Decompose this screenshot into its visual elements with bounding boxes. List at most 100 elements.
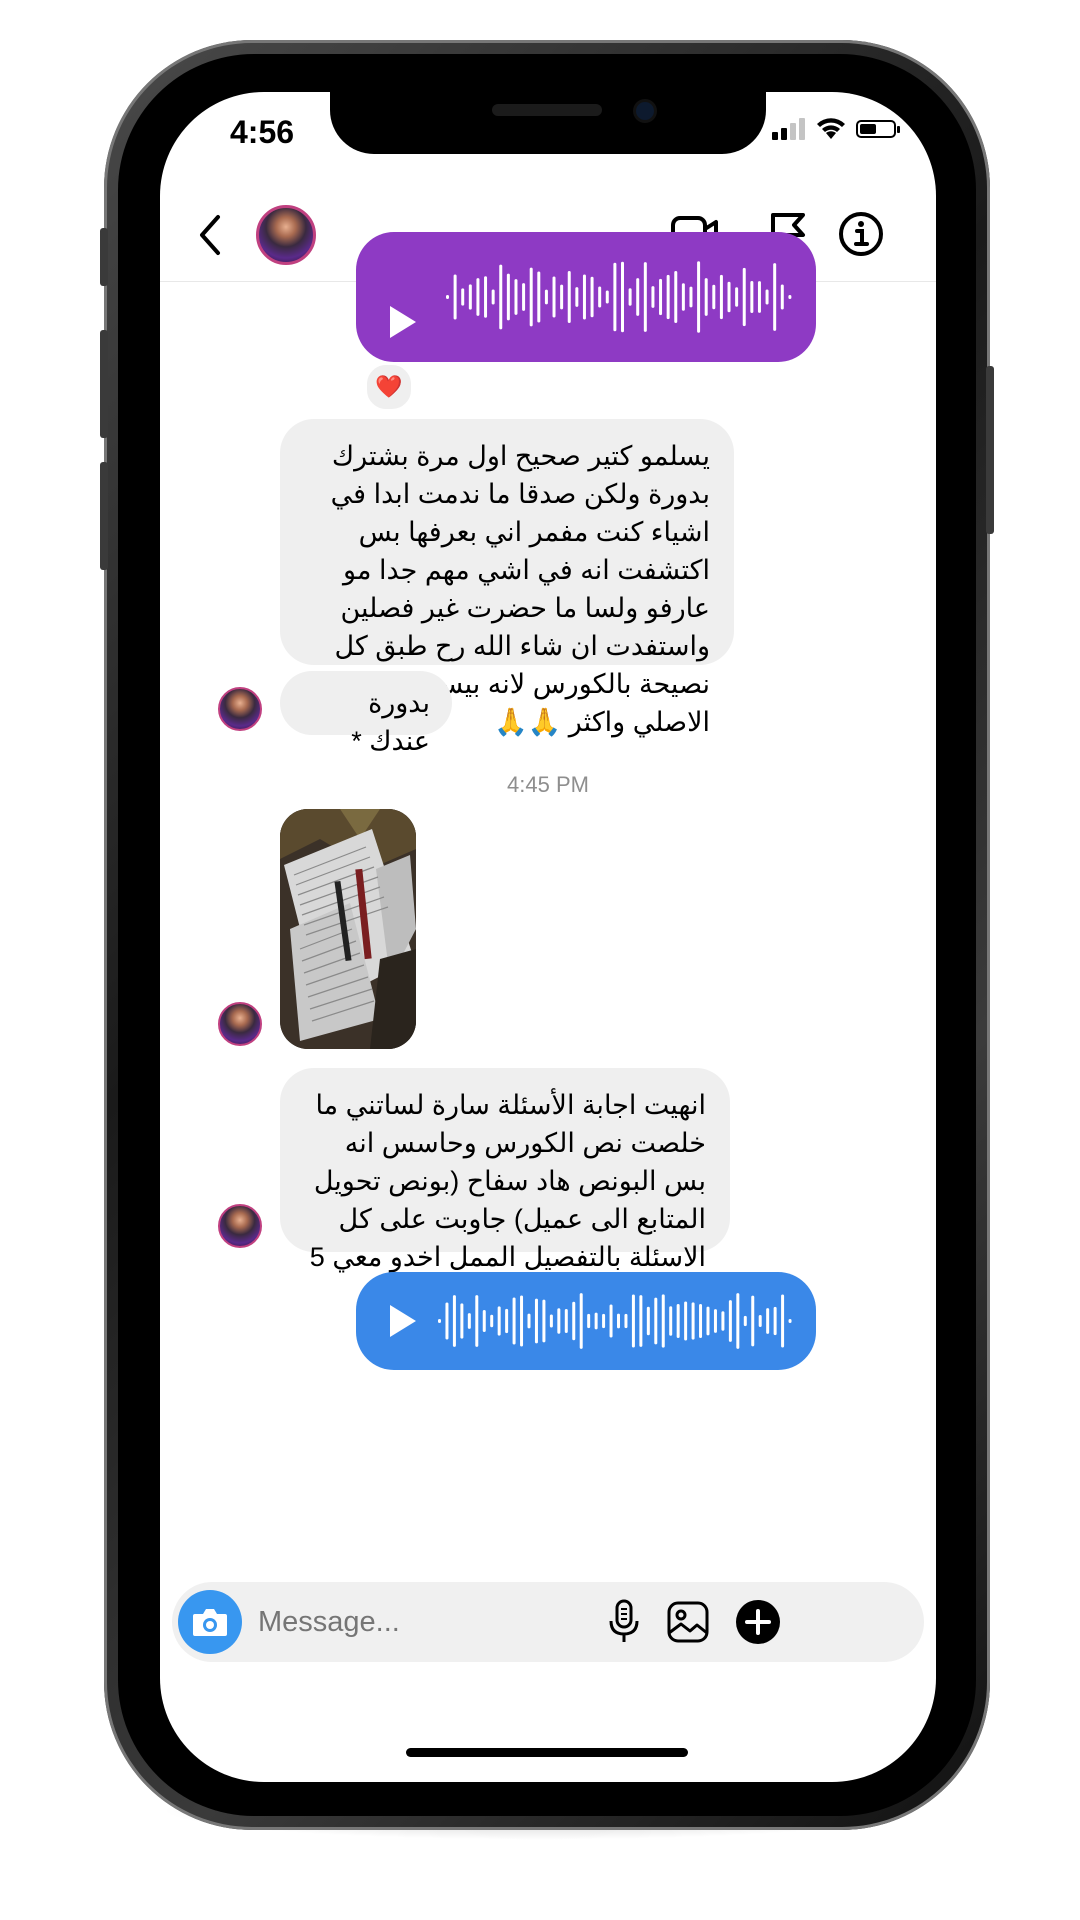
waveform-bar	[706, 1306, 710, 1336]
plus-circle-icon[interactable]	[734, 1598, 782, 1646]
waveform-bar	[542, 1299, 546, 1343]
waveform-bar	[674, 271, 678, 323]
waveform-bar	[766, 1308, 770, 1334]
phone-screen: 4:56 ❤️ يسلمو كتير صحيح اول مرة بشترك بد…	[160, 92, 936, 1782]
waveform-bar	[590, 276, 594, 318]
waveform-bar	[781, 1294, 785, 1348]
waveform-bar	[438, 1319, 441, 1323]
waveform-bar	[751, 1295, 755, 1347]
waveform-bar	[557, 1308, 561, 1334]
waveform-bar	[684, 1301, 688, 1341]
message-bubble-incoming[interactable]: انهيت اجابة الأسئلة سارة لساتني ما خلصت …	[280, 1068, 730, 1310]
speaker-grille	[492, 104, 602, 116]
cellular-signal-icon	[772, 118, 805, 140]
waveform-bar	[669, 1306, 673, 1336]
waveform-bar	[636, 278, 640, 316]
home-indicator[interactable]	[406, 1748, 688, 1757]
waveform-bar	[713, 1309, 717, 1333]
status-time: 4:56	[230, 114, 295, 150]
waveform	[438, 1293, 792, 1349]
waveform-bar	[631, 1294, 635, 1348]
timestamp-separator: 4:45 PM	[507, 772, 589, 797]
waveform-bar	[788, 295, 792, 299]
waveform-bar	[579, 1293, 583, 1349]
info-circle-icon[interactable]	[838, 211, 884, 257]
front-camera	[636, 102, 654, 120]
reaction-heart[interactable]: ❤️	[364, 362, 414, 412]
waveform-bar	[452, 1295, 456, 1347]
waveform-bar	[514, 279, 518, 315]
waveform-bar	[743, 1315, 747, 1327]
message-bubble-incoming[interactable]: يسلمو كتير صحيح اول مرة بشترك بدورة ولكن…	[280, 419, 734, 737]
waveform-bar	[758, 1314, 762, 1328]
waveform-bar	[552, 276, 556, 318]
waveform-bar	[681, 283, 685, 311]
waveform-bar	[505, 1308, 509, 1334]
photo-thumbnail	[280, 809, 416, 1049]
image-icon[interactable]	[666, 1600, 710, 1644]
waveform-bar	[537, 271, 541, 323]
waveform-bar	[549, 1314, 553, 1328]
message-input[interactable]	[258, 1582, 578, 1662]
play-icon[interactable]	[390, 306, 416, 338]
play-icon[interactable]	[390, 1305, 416, 1337]
waveform-bar	[780, 284, 784, 310]
sender-avatar[interactable]	[218, 687, 262, 731]
waveform-bar	[689, 286, 693, 308]
waveform-bar	[643, 262, 647, 332]
camera-icon	[193, 1609, 227, 1636]
waveform-bar	[460, 1303, 464, 1339]
chevron-left-icon[interactable]	[196, 213, 224, 257]
waveform-bar	[544, 289, 548, 305]
waveform-bar	[461, 288, 465, 306]
volume-down-button	[100, 462, 108, 570]
waveform-bar	[773, 263, 777, 331]
waveform-bar	[609, 1304, 613, 1338]
waveform-bar	[661, 1294, 665, 1348]
sender-avatar[interactable]	[218, 1002, 262, 1046]
volume-up-button	[100, 330, 108, 438]
waveform-bar	[564, 1309, 568, 1333]
voice-message-outgoing[interactable]	[356, 232, 816, 362]
waveform-bar	[476, 278, 480, 316]
waveform-bar	[445, 1302, 449, 1340]
waveform-bar	[788, 1319, 792, 1323]
waveform-bar	[499, 264, 503, 330]
waveform-bar	[621, 261, 624, 333]
waveform-bar	[765, 289, 769, 305]
waveform-bar	[522, 283, 526, 311]
message-list[interactable]: ❤️ يسلمو كتير صحيح اول مرة بشترك بدورة و…	[160, 232, 936, 1572]
waveform-bar	[490, 1314, 494, 1328]
waveform-bar	[704, 278, 708, 316]
waveform-bar	[639, 1295, 643, 1347]
waveform-bar	[484, 276, 488, 318]
waveform-bar	[676, 1304, 680, 1338]
waveform-bar	[482, 1310, 486, 1332]
waveform-bar	[659, 278, 663, 316]
waveform-bar	[712, 284, 716, 310]
battery-icon	[856, 120, 900, 138]
waveform-bar	[654, 1297, 658, 1345]
microphone-icon[interactable]	[608, 1599, 640, 1645]
waveform-bar	[719, 274, 723, 320]
waveform-bar	[605, 290, 609, 304]
photo-message[interactable]	[280, 809, 416, 1049]
message-bubble-incoming[interactable]: بدورة عندك *	[280, 671, 452, 756]
mute-switch	[100, 228, 108, 286]
waveform-bar	[567, 271, 571, 323]
waveform-bar	[617, 1313, 620, 1329]
contact-avatar[interactable]	[256, 205, 316, 265]
waveform-bar	[468, 284, 472, 310]
sender-avatar[interactable]	[218, 1204, 262, 1248]
waveform-bar	[646, 1306, 650, 1336]
waveform-bar	[594, 1312, 598, 1330]
waveform-bar	[520, 1295, 524, 1347]
camera-button[interactable]	[178, 1590, 242, 1654]
waveform-bar	[602, 1313, 606, 1329]
voice-message-outgoing[interactable]	[356, 1272, 816, 1370]
waveform-bar	[529, 267, 533, 327]
waveform-bar	[697, 261, 701, 333]
waveform-bar	[735, 287, 739, 307]
waveform-bar	[475, 1295, 479, 1347]
waveform-bar	[506, 273, 510, 321]
